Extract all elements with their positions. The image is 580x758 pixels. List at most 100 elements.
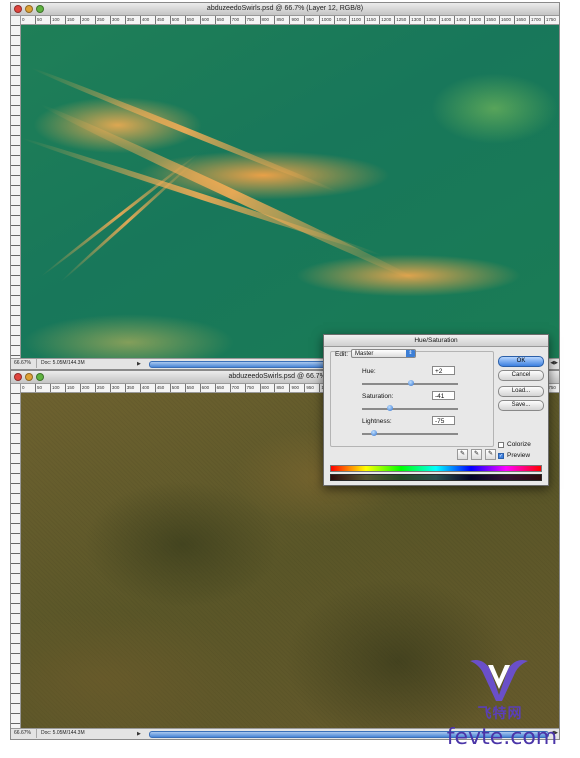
ruler-tick-label: 900 (289, 384, 304, 392)
cancel-button[interactable]: Cancel (498, 370, 544, 381)
ruler-tick-label: 100 (49, 16, 65, 24)
ruler-tick-label: 1500 (469, 16, 484, 24)
ruler-tick-label: 500 (169, 16, 185, 24)
input-color-spectrum (330, 465, 542, 472)
ruler-tick-label: 1150 (364, 16, 379, 24)
ruler-tick-label: 850 (274, 16, 289, 24)
close-button[interactable] (14, 5, 22, 13)
saturation-label: Saturation: (362, 393, 394, 400)
hue-saturation-dialog: Hue/Saturation Edit: Master ⇕ Hue: +2 Sa… (323, 334, 549, 486)
dialog-title: Hue/Saturation (324, 335, 548, 347)
ruler-tick-label: 500 (169, 384, 185, 392)
save-button[interactable]: Save... (498, 400, 544, 411)
ruler-tick-label: 800 (259, 384, 275, 392)
preview-checkbox[interactable]: ✓ Preview (498, 452, 530, 459)
ruler-tick-label: 650 (214, 16, 230, 24)
window-title: abduzeedoSwirls.psd @ 66.7% (Layer 12, R… (206, 5, 364, 12)
ruler-tick-label: 650 (214, 384, 230, 392)
lightness-label: Lightness: (362, 418, 392, 425)
window-titlebar[interactable]: abduzeedoSwirls.psd @ 66.7% (Layer 12, R… (11, 3, 559, 16)
eyedropper-minus-icon[interactable]: ✎ (485, 449, 496, 460)
zoom-button[interactable] (36, 373, 44, 381)
ruler-tick-label: 550 (184, 16, 200, 24)
ruler-tick-label: 1050 (334, 16, 349, 24)
eyedropper-icon[interactable]: ✎ (457, 449, 468, 460)
ruler-tick-label: 1550 (484, 16, 499, 24)
colorize-checkbox[interactable]: Colorize (498, 441, 531, 448)
hue-slider-thumb[interactable] (407, 380, 414, 386)
ruler-tick-label: 550 (184, 384, 200, 392)
ruler-tick-label: 1100 (349, 16, 364, 24)
saturation-slider[interactable] (362, 405, 458, 411)
ruler-tick-label: 600 (199, 384, 215, 392)
ruler-tick-label: 350 (124, 384, 140, 392)
ruler-tick-label: 1200 (379, 16, 394, 24)
ruler-tick-label: 950 (304, 16, 319, 24)
vertical-ruler[interactable] (11, 16, 21, 359)
ruler-tick-label: 1600 (499, 16, 514, 24)
document-window-top: abduzeedoSwirls.psd @ 66.7% (Layer 12, R… (10, 2, 560, 370)
ruler-tick-label: 1450 (454, 16, 469, 24)
ruler-tick-label: 1400 (439, 16, 454, 24)
minimize-button[interactable] (25, 5, 33, 13)
ruler-tick-label: 300 (109, 16, 125, 24)
watermark-url: fevte.com (446, 725, 558, 750)
ruler-tick-label: 450 (154, 16, 170, 24)
hue-label: Hue: (362, 368, 376, 375)
ruler-tick-label: 950 (304, 384, 319, 392)
colorize-label: Colorize (507, 441, 531, 448)
saturation-input[interactable]: -41 (432, 391, 455, 400)
eyedropper-group: ✎ ✎ ✎ (457, 449, 496, 460)
ruler-tick-label: 0 (20, 16, 35, 24)
zoom-button[interactable] (36, 5, 44, 13)
ruler-tick-label: 750 (244, 384, 260, 392)
lightness-input[interactable]: -75 (432, 416, 455, 425)
doc-size-info: Doc: 5.05M/144.3M (41, 730, 85, 736)
hue-slider[interactable] (362, 380, 458, 386)
swirl-streak (21, 135, 384, 259)
ruler-tick-label: 1300 (409, 16, 424, 24)
ruler-tick-label: 150 (64, 384, 80, 392)
lightness-slider[interactable] (362, 430, 458, 436)
lightness-slider-thumb[interactable] (371, 430, 377, 436)
swirl-streak (59, 159, 196, 283)
zoom-level[interactable]: 66.67% (14, 729, 37, 738)
ruler-tick-label: 750 (244, 16, 260, 24)
ruler-tick-label: 1350 (424, 16, 439, 24)
minimize-button[interactable] (25, 373, 33, 381)
ruler-tick-label: 100 (49, 384, 65, 392)
ruler-tick-label: 1700 (528, 16, 544, 24)
saturation-slider-thumb[interactable] (386, 405, 393, 411)
ruler-tick-label: 1250 (394, 16, 409, 24)
ruler-tick-label: 700 (229, 384, 245, 392)
ruler-tick-label: 600 (199, 16, 215, 24)
ok-button[interactable]: OK (498, 356, 544, 367)
ruler-tick-label: 350 (124, 16, 140, 24)
horizontal-ruler[interactable]: 0 50 100 150 200 250 300 350 400 450 500 550 600 650 7… (20, 16, 559, 25)
ruler-tick-label: 250 (94, 16, 110, 24)
ruler-tick-label: 400 (139, 16, 155, 24)
colorize-checkbox-box[interactable] (498, 441, 504, 448)
edit-label: Edit: (335, 351, 349, 358)
load-button[interactable]: Load... (498, 386, 544, 397)
zoom-level[interactable]: 66.67% (14, 359, 37, 368)
ruler-tick-label: 0 (20, 384, 35, 392)
scroll-arrows-icon[interactable]: ◀▶ (550, 359, 558, 368)
ruler-tick-label: 50 (34, 384, 50, 392)
status-arrow-icon[interactable]: ▶ (137, 730, 141, 739)
hue-input[interactable]: +2 (432, 366, 455, 375)
ruler-tick-label: 200 (79, 384, 95, 392)
image-canvas-green-orange[interactable] (21, 25, 559, 359)
close-button[interactable] (14, 373, 22, 381)
vertical-ruler[interactable] (11, 384, 21, 729)
swirl-streak (38, 100, 424, 288)
status-arrow-icon[interactable]: ▶ (137, 360, 141, 369)
ruler-tick-label: 250 (94, 384, 110, 392)
ruler-tick-label: 800 (259, 16, 275, 24)
edit-channel-select[interactable]: Master ⇕ (351, 349, 416, 358)
preview-checkbox-box[interactable]: ✓ (498, 452, 504, 459)
ruler-tick-label: 300 (109, 384, 125, 392)
eyedropper-plus-icon[interactable]: ✎ (471, 449, 482, 460)
ruler-tick-label: 1750 (543, 16, 559, 24)
ruler-tick-label: 450 (154, 384, 170, 392)
